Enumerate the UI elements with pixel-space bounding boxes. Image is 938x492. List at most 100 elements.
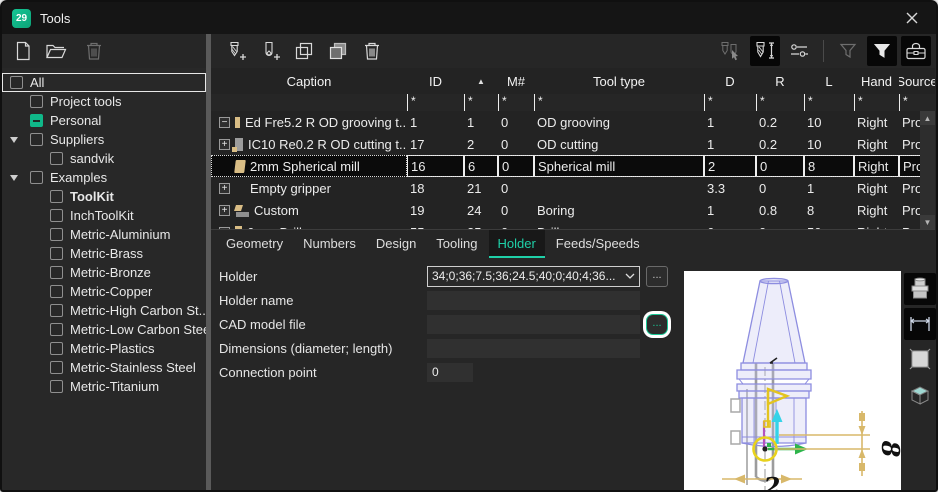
filter-sort[interactable]: *: [464, 94, 498, 111]
filter-l[interactable]: *: [804, 94, 854, 111]
tree-checkbox[interactable]: [30, 133, 43, 146]
tree-item[interactable]: ToolKit: [2, 187, 206, 206]
holder-preview-viewport[interactable]: 8 2: [684, 271, 901, 492]
row-expander-icon[interactable]: +: [219, 139, 230, 150]
row-expander-icon[interactable]: −: [219, 117, 230, 128]
close-button[interactable]: [898, 6, 926, 30]
table-row[interactable]: − Ed Fre5.2 R OD grooving t... 1 1 0 OD …: [211, 111, 935, 133]
tree-checkbox[interactable]: [50, 247, 63, 260]
add-turn-tool-button[interactable]: [255, 36, 285, 66]
tool-dimensions-button[interactable]: [750, 36, 780, 66]
tree-expand-arrow-icon[interactable]: [10, 175, 18, 181]
table-row[interactable]: + Empty gripper 18 21 0 3.3 0 1 Right: [211, 177, 935, 199]
tree-item[interactable]: Metric-Stainless Steel: [2, 358, 206, 377]
tree-item[interactable]: Personal: [2, 111, 206, 130]
row-expander-icon[interactable]: +: [219, 183, 230, 194]
tree-item[interactable]: Metric-Brass: [2, 244, 206, 263]
tree-checkbox[interactable]: [50, 152, 63, 165]
holder-combobox[interactable]: 34;0;36;7.5;36;24.5;40;0;40;4;36...: [427, 266, 640, 287]
tree-checkbox[interactable]: [30, 114, 43, 127]
holder-browse-button[interactable]: ...: [646, 266, 668, 287]
column-header-tool-type[interactable]: Tool type: [534, 68, 704, 94]
tree-checkbox[interactable]: [50, 209, 63, 222]
cube-view-button[interactable]: [904, 378, 936, 410]
column-header-id[interactable]: ID: [407, 68, 464, 94]
table-row[interactable]: + Custom 19 24 0 Boring 1 0.8 8 Right: [211, 199, 935, 221]
open-library-button[interactable]: [41, 36, 71, 66]
tree-item[interactable]: Suppliers: [2, 130, 206, 149]
tree-checkbox[interactable]: [50, 380, 63, 393]
table-scrollbar[interactable]: ▲ ▼: [920, 111, 935, 229]
delete-tool-button[interactable]: [357, 36, 387, 66]
tree-item[interactable]: Examples: [2, 168, 206, 187]
detail-tab[interactable]: Numbers: [294, 230, 365, 258]
filter-source[interactable]: *: [899, 94, 935, 111]
detail-tab[interactable]: Design: [367, 230, 425, 258]
column-header-m[interactable]: M#: [498, 68, 534, 94]
filter-caption[interactable]: [211, 94, 407, 111]
filter-m[interactable]: *: [498, 94, 534, 111]
tree-checkbox[interactable]: [50, 304, 63, 317]
row-expander-icon[interactable]: +: [219, 205, 230, 216]
column-header-caption[interactable]: Caption: [211, 68, 407, 94]
tree-checkbox[interactable]: [10, 76, 23, 89]
table-row[interactable]: 2mm Spherical mill 16 6 0 Spherical mill…: [211, 155, 935, 177]
tree-item[interactable]: Metric-Low Carbon Steel: [2, 320, 206, 339]
table-row[interactable]: + IC10 Re0.2 R OD cutting t... 17 2 0 OD…: [211, 133, 935, 155]
tree-item[interactable]: Metric-Bronze: [2, 263, 206, 282]
tree-expand-arrow-icon[interactable]: [10, 137, 18, 143]
column-header-sort[interactable]: ▲: [464, 68, 498, 94]
toolbox-button[interactable]: [901, 36, 931, 66]
tree-checkbox[interactable]: [50, 285, 63, 298]
tree-item[interactable]: Metric-High Carbon St...: [2, 301, 206, 320]
cad-model-browse-button[interactable]: ...: [646, 314, 668, 335]
filter-clear-button[interactable]: [833, 36, 863, 66]
tree-item[interactable]: sandvik: [2, 149, 206, 168]
tree-checkbox[interactable]: [50, 323, 63, 336]
tree-item[interactable]: Project tools: [2, 92, 206, 111]
detail-tab[interactable]: Holder: [489, 230, 545, 258]
view-options-button[interactable]: [784, 36, 814, 66]
tree-checkbox[interactable]: [30, 95, 43, 108]
new-library-button[interactable]: [8, 36, 38, 66]
tree-item[interactable]: Metric-Plastics: [2, 339, 206, 358]
tree-checkbox[interactable]: [50, 190, 63, 203]
detail-tab[interactable]: Geometry: [217, 230, 292, 258]
plane-view-button[interactable]: [904, 343, 936, 375]
pick-tool-button[interactable]: [716, 36, 746, 66]
filter-hand[interactable]: *: [854, 94, 899, 111]
tree-item[interactable]: All: [2, 73, 206, 92]
cad-model-input[interactable]: [427, 315, 640, 334]
add-mill-tool-button[interactable]: [221, 36, 251, 66]
table-row[interactable]: + 6mm Drill 55 25 0 Drill 6 0 50 Right: [211, 221, 935, 229]
column-header-l[interactable]: L: [804, 68, 854, 94]
detail-tab[interactable]: Tooling: [427, 230, 486, 258]
tree-checkbox[interactable]: [50, 342, 63, 355]
tree-checkbox[interactable]: [50, 228, 63, 241]
scroll-down-icon[interactable]: ▼: [920, 215, 935, 229]
tree-checkbox[interactable]: [50, 361, 63, 374]
column-header-hand[interactable]: Hand: [854, 68, 899, 94]
tree-checkbox[interactable]: [50, 266, 63, 279]
holder-name-input[interactable]: [427, 291, 640, 310]
connection-point-input[interactable]: 0: [427, 363, 473, 382]
column-header-r[interactable]: R: [756, 68, 804, 94]
scroll-up-icon[interactable]: ▲: [920, 111, 935, 125]
filter-tool-type[interactable]: *: [534, 94, 704, 111]
duplicate-tool-button[interactable]: [323, 36, 353, 66]
filter-r[interactable]: *: [756, 94, 804, 111]
tree-item[interactable]: Metric-Aluminium: [2, 225, 206, 244]
tree-checkbox[interactable]: [30, 171, 43, 184]
tree-item[interactable]: Metric-Copper: [2, 282, 206, 301]
dimensions-input[interactable]: [427, 339, 640, 358]
tree-item[interactable]: Metric-Titanium: [2, 377, 206, 396]
copy-tool-button[interactable]: [289, 36, 319, 66]
delete-library-button[interactable]: [79, 36, 109, 66]
holder-dimensions-button[interactable]: [904, 308, 936, 340]
column-header-d[interactable]: D: [704, 68, 756, 94]
detail-tab[interactable]: Feeds/Speeds: [547, 230, 649, 258]
column-header-source[interactable]: Source: [899, 68, 935, 94]
filter-id[interactable]: *: [407, 94, 464, 111]
tree-item[interactable]: InchToolKit: [2, 206, 206, 225]
filter-d[interactable]: *: [704, 94, 756, 111]
